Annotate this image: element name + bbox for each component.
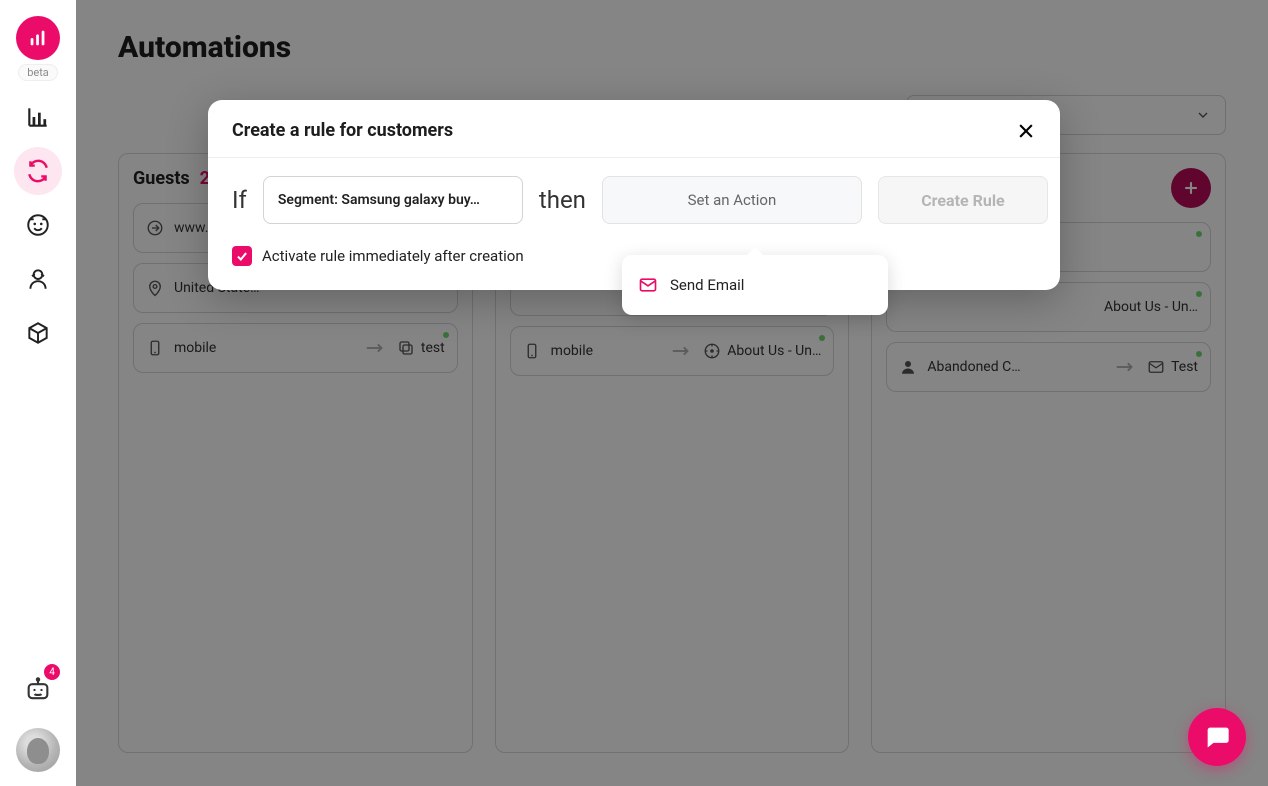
create-rule-button[interactable]: Create Rule — [878, 176, 1048, 224]
nav-products[interactable] — [14, 309, 62, 357]
nav-automations[interactable] — [14, 147, 62, 195]
chat-fab[interactable] — [1188, 708, 1246, 766]
modal-header: Create a rule for customers — [208, 100, 1060, 158]
action-select[interactable]: Set an Action — [602, 176, 862, 224]
action-option-label: Send Email — [670, 276, 744, 294]
nav-support[interactable] — [14, 255, 62, 303]
action-option-send-email[interactable]: Send Email — [622, 261, 888, 309]
user-avatar[interactable] — [16, 728, 60, 772]
close-icon — [1016, 121, 1036, 141]
nav-analytics[interactable] — [14, 93, 62, 141]
bot-button[interactable]: 4 — [14, 666, 62, 714]
mail-icon — [638, 275, 658, 295]
then-label: then — [539, 186, 586, 214]
activate-checkbox[interactable] — [232, 246, 252, 266]
sidebar: beta — [0, 0, 76, 786]
close-button[interactable] — [1016, 121, 1036, 141]
segment-select[interactable]: Segment: Samsung galaxy buy… — [263, 176, 523, 224]
check-icon — [235, 249, 249, 263]
logo[interactable]: beta — [16, 16, 60, 81]
bot-badge: 4 — [44, 664, 60, 680]
logo-icon — [16, 16, 60, 60]
nav-customers[interactable] — [14, 201, 62, 249]
nav — [14, 93, 62, 357]
beta-badge: beta — [18, 64, 58, 81]
action-select-placeholder: Set an Action — [688, 191, 777, 209]
chat-icon — [1203, 723, 1231, 751]
rule-builder-row: If Segment: Samsung galaxy buy… then Set… — [232, 176, 1036, 224]
action-popover: Send Email — [622, 255, 888, 315]
create-rule-button-label: Create Rule — [921, 191, 1005, 210]
if-label: If — [232, 186, 247, 214]
modal-title: Create a rule for customers — [232, 120, 453, 141]
segment-select-label: Segment: Samsung galaxy buy… — [278, 192, 480, 208]
activate-label: Activate rule immediately after creation — [262, 247, 524, 265]
